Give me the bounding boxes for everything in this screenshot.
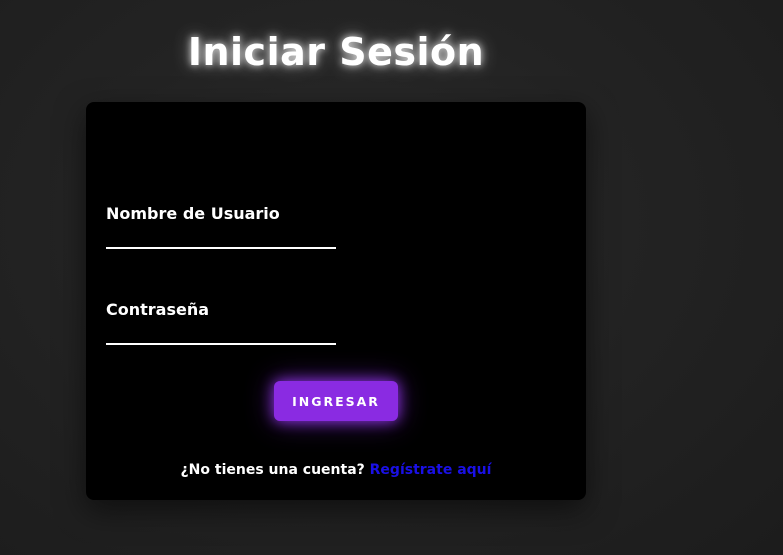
- username-label: Nombre de Usuario: [106, 204, 280, 223]
- password-input[interactable]: [106, 325, 336, 345]
- login-card: Nombre de Usuario Contraseña INGRESAR ¿N…: [86, 102, 586, 500]
- page-title: Iniciar Sesión: [187, 30, 485, 74]
- password-field: Contraseña: [106, 300, 336, 345]
- login-submit-button[interactable]: INGRESAR: [274, 381, 398, 421]
- username-input[interactable]: [106, 229, 336, 249]
- username-field: Nombre de Usuario: [106, 204, 336, 249]
- register-link[interactable]: Regístrate aquí: [370, 462, 492, 478]
- register-prompt-text: ¿No tienes una cuenta?: [180, 462, 365, 478]
- register-prompt: ¿No tienes una cuenta? Regístrate aquí: [86, 462, 586, 478]
- password-label: Contraseña: [106, 300, 210, 319]
